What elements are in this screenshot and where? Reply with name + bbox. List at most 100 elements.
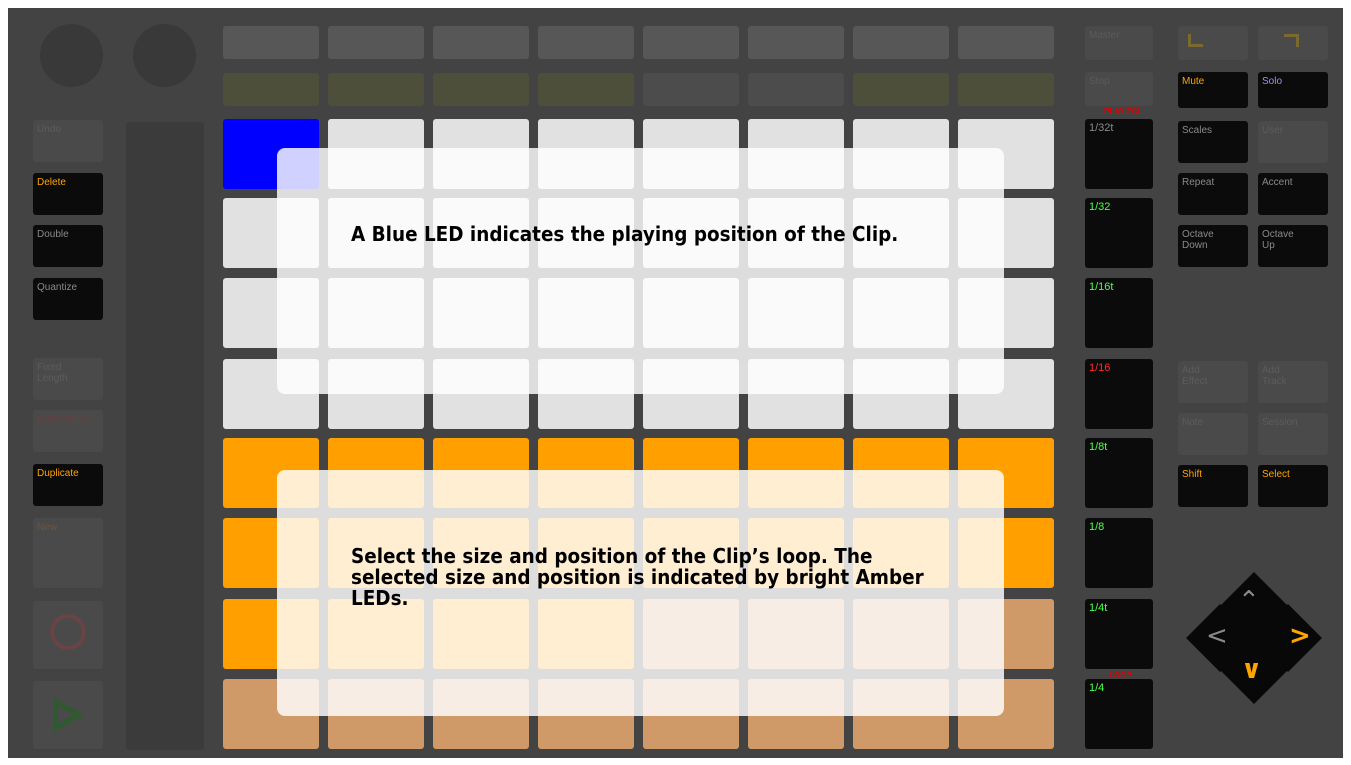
arrow-down-icon: ∨ xyxy=(1241,655,1263,685)
repeat-button[interactable]: Repeat xyxy=(1178,173,1248,215)
return-arrow-icon xyxy=(1188,34,1203,47)
undo-label: Undo xyxy=(37,124,61,135)
dpad: ⌃ < > ∨ xyxy=(1184,572,1324,704)
scene-button-1-8[interactable]: 1/8 xyxy=(1085,518,1153,588)
scene-button-label: 1/8 xyxy=(1089,521,1105,533)
undo-arrow-icon xyxy=(1284,34,1299,47)
quantize-label: Quantize xyxy=(37,282,78,293)
add-track-label: Add Track xyxy=(1262,365,1287,387)
scene-button-label: 1/8t xyxy=(1089,441,1108,453)
duplicate-button[interactable]: Duplicate xyxy=(33,464,103,506)
scene-button-label: 1/16 xyxy=(1089,362,1111,374)
user-button[interactable]: User xyxy=(1258,121,1328,163)
info-overlay-playing-position: A Blue LED indicates the playing positio… xyxy=(277,148,1004,394)
track-state-button[interactable] xyxy=(328,73,424,106)
add-effect-button[interactable]: Add Effect xyxy=(1178,361,1248,403)
loop-selection-text: Select the size and position of the Clip… xyxy=(351,544,924,610)
play-triangle-inner xyxy=(58,706,74,724)
track-select-button[interactable] xyxy=(223,26,319,59)
delete-button[interactable]: Delete xyxy=(33,173,103,215)
track-select-button[interactable] xyxy=(958,26,1054,59)
accent-label: Accent xyxy=(1262,177,1293,188)
scene-button-1-8t[interactable]: 1/8t xyxy=(1085,438,1153,508)
scene-button-label: 1/4 xyxy=(1089,682,1105,694)
track-select-button[interactable] xyxy=(853,26,949,59)
scene-button-1-32[interactable]: 1/32 xyxy=(1085,198,1153,268)
new-button[interactable]: New xyxy=(33,518,103,588)
play-tgl-caption: PLAY TGL xyxy=(1104,107,1143,116)
solo-label: Solo xyxy=(1262,76,1283,87)
scene-button-label: 1/32t xyxy=(1089,122,1114,134)
track-state-button[interactable] xyxy=(958,73,1054,106)
track-state-button[interactable] xyxy=(643,73,739,106)
session-button[interactable]: Session xyxy=(1258,413,1328,455)
add-effect-label: Add Effect xyxy=(1182,365,1208,387)
scene-button-1-4t[interactable]: 1/4t xyxy=(1085,599,1153,669)
stop-button[interactable]: Stop xyxy=(1085,72,1153,106)
scene-button-label: 1/32 xyxy=(1089,201,1111,213)
double-button[interactable]: Double xyxy=(33,225,103,267)
select-label: Select xyxy=(1262,469,1290,480)
master-button[interactable]: Master xyxy=(1085,26,1153,60)
add-track-button[interactable]: Add Track xyxy=(1258,361,1328,403)
master-label: Master xyxy=(1089,30,1120,41)
octave-top-right-button[interactable] xyxy=(1258,26,1328,60)
note-button[interactable]: Note xyxy=(1178,413,1248,455)
track-select-button[interactable] xyxy=(328,26,424,59)
octave-up-button[interactable]: Octave Up xyxy=(1258,225,1328,267)
track-state-button[interactable] xyxy=(223,73,319,106)
scales-button[interactable]: Scales xyxy=(1178,121,1248,163)
automation-label: Automation xyxy=(37,414,88,425)
undo-button[interactable]: Undo xyxy=(33,120,103,162)
track-select-button[interactable] xyxy=(538,26,634,59)
scales-label: Scales xyxy=(1182,125,1213,136)
track-select-button[interactable] xyxy=(433,26,529,59)
knob-left[interactable] xyxy=(40,24,103,87)
user-label: User xyxy=(1262,125,1284,136)
scene-button-1-16[interactable]: 1/16 xyxy=(1085,359,1153,429)
track-state-button[interactable] xyxy=(433,73,529,106)
octave-up-label: Octave Up xyxy=(1262,229,1294,251)
arrow-right-icon: > xyxy=(1289,621,1311,651)
scene-button-label: 1/16t xyxy=(1089,281,1114,293)
double-label: Double xyxy=(37,229,69,240)
track-state-button[interactable] xyxy=(538,73,634,106)
track-state-button[interactable] xyxy=(853,73,949,106)
info-overlay-loop-selection: Select the size and position of the Clip… xyxy=(277,470,1004,716)
solo-button[interactable]: Solo xyxy=(1258,72,1328,108)
shift-label: Shift xyxy=(1182,469,1203,480)
octave-top-left-button[interactable] xyxy=(1178,26,1248,60)
playing-position-text: A Blue LED indicates the playing positio… xyxy=(351,222,899,246)
shift-button[interactable]: Shift xyxy=(1178,465,1248,507)
track-select-button[interactable] xyxy=(643,26,739,59)
record-circle-icon xyxy=(50,614,86,650)
track-select-button[interactable] xyxy=(748,26,844,59)
fixed-length-label: Fixed Length xyxy=(37,362,68,384)
scene-button-1-16t[interactable]: 1/16t xyxy=(1085,278,1153,348)
delete-label: Delete xyxy=(37,177,66,188)
octave-down-button[interactable]: Octave Down xyxy=(1178,225,1248,267)
note-label: Note xyxy=(1182,417,1204,428)
repeat-label: Repeat xyxy=(1182,177,1215,188)
arrow-up-icon: ⌃ xyxy=(1238,586,1260,616)
play-button[interactable] xyxy=(33,681,103,749)
track-state-button[interactable] xyxy=(748,73,844,106)
automation-button[interactable]: Automation xyxy=(33,410,103,452)
arrow-left-icon: < xyxy=(1206,621,1228,651)
new-label: New xyxy=(37,522,58,533)
session-label: Session xyxy=(1262,417,1298,428)
scene-button-1-4[interactable]: 1/4 xyxy=(1085,679,1153,749)
select-button[interactable]: Select xyxy=(1258,465,1328,507)
push-controller: Undo Delete Double Quantize Fixed Length… xyxy=(8,8,1343,758)
scene-button-1-32t[interactable]: 1/32t xyxy=(1085,119,1153,189)
stop-label: Stop xyxy=(1089,76,1110,87)
fixed-length-button[interactable]: Fixed Length xyxy=(33,358,103,400)
quantize-button[interactable]: Quantize xyxy=(33,278,103,320)
touch-strip[interactable] xyxy=(126,122,204,750)
mute-button[interactable]: Mute xyxy=(1178,72,1248,108)
accent-button[interactable]: Accent xyxy=(1258,173,1328,215)
knob-right[interactable] xyxy=(133,24,196,87)
octave-down-label: Octave Down xyxy=(1182,229,1214,251)
duplicate-label: Duplicate xyxy=(37,468,79,479)
record-button[interactable] xyxy=(33,601,103,669)
